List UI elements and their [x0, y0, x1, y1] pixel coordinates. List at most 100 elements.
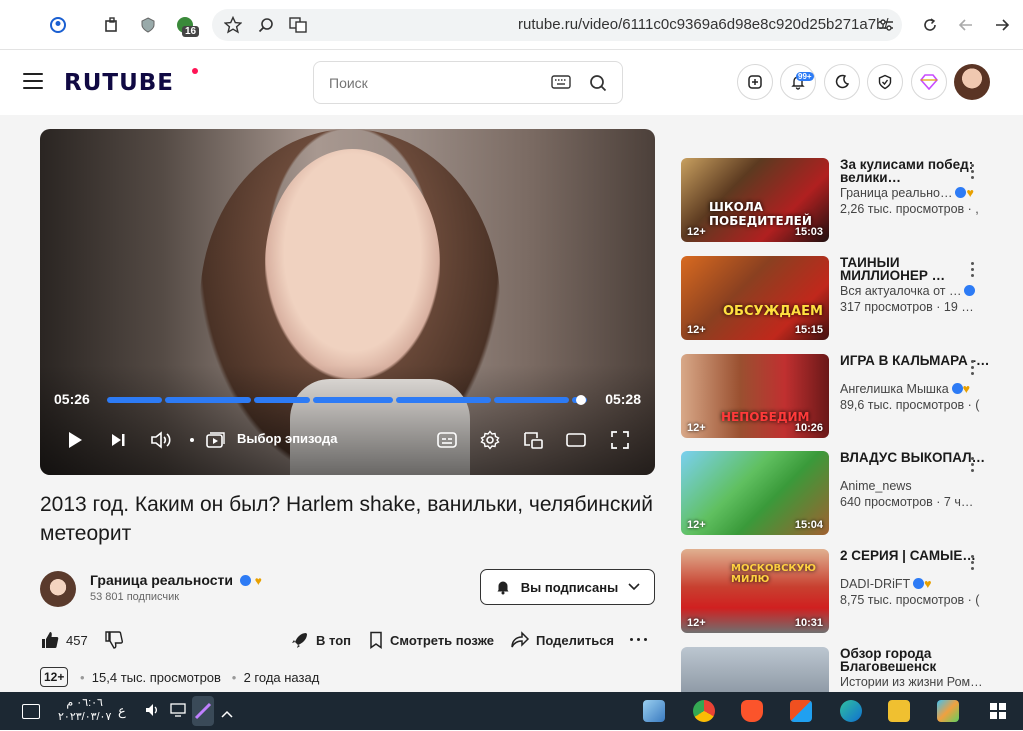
kebab-menu-icon[interactable]	[971, 360, 975, 378]
recommendation-card[interactable]: 12+ 15:04 ВЛАДУС ВЫКОПАЛ… Anime_news 640…	[681, 451, 1021, 535]
recommendation-thumbnail[interactable]	[681, 647, 829, 692]
site-settings-icon[interactable]	[876, 15, 896, 35]
safety-button[interactable]	[867, 64, 903, 100]
settings-gear-icon[interactable]	[479, 429, 501, 451]
input-language[interactable]: ع	[118, 703, 126, 719]
store-app-icon[interactable]	[790, 700, 812, 722]
more-options-button[interactable]	[630, 638, 647, 641]
chapter-segment[interactable]	[313, 397, 393, 403]
next-icon[interactable]	[107, 429, 129, 451]
theater-mode-icon[interactable]	[565, 429, 587, 451]
recommendation-card[interactable]: ШКОЛА ПОБЕДИТЕЛЕЙ 12+ 15:03 За кулисами …	[681, 158, 1021, 242]
search-icon[interactable]	[589, 74, 607, 97]
notepad-app-icon[interactable]	[643, 700, 665, 722]
dislike-button[interactable]	[104, 631, 124, 649]
recommendation-channel[interactable]: Anime_news	[840, 479, 990, 493]
recommendation-title[interactable]: ТАИНЫИ МИЛЛИОНЕР …	[840, 256, 990, 283]
url-text[interactable]: rutube.ru/video/6111c0c9369a6d98e8c920d2…	[518, 16, 889, 33]
recommendation-thumbnail[interactable]: ОБСУЖДАЕМ 12+ 15:15	[681, 256, 829, 340]
notifications-center-icon[interactable]	[22, 704, 40, 719]
share-button[interactable]: Поделиться	[510, 631, 614, 649]
channel-name[interactable]: Граница реально…	[840, 186, 952, 200]
recommendation-card[interactable]: НЕПОБЕДИМ 12+ 10:26 ИГРА В КАЛЬМАРА -… А…	[681, 354, 1021, 438]
channel-avatar[interactable]	[40, 571, 76, 607]
network-tray-icon[interactable]	[170, 703, 188, 722]
notifications-button[interactable]	[780, 64, 816, 100]
taskbar-clock[interactable]: ٠٦:٠٦ م ٢٠٢٣/٠٣/٠٧	[58, 696, 111, 724]
recommendation-thumbnail[interactable]: МОСКОВСКУЮ МИЛЮ 12+ 10:31	[681, 549, 829, 633]
recommendation-title[interactable]: ИГРА В КАЛЬМАРА -…	[840, 354, 990, 368]
scrubber-handle[interactable]	[576, 395, 586, 405]
recommendation-channel[interactable]: Граница реально… ♥	[840, 186, 990, 200]
chapter-segment[interactable]	[107, 397, 162, 403]
recommendation-channel[interactable]: Вся актуалочка от …	[840, 284, 990, 298]
upload-button[interactable]	[737, 64, 773, 100]
play-icon[interactable]	[64, 429, 86, 451]
reload-icon[interactable]	[920, 15, 940, 35]
subtitles-icon[interactable]	[436, 429, 458, 451]
menu-icon[interactable]	[23, 73, 43, 91]
search-input[interactable]	[329, 74, 549, 91]
recommendation-channel[interactable]: Истории из жизни Ром…	[840, 675, 990, 689]
kebab-menu-icon[interactable]	[971, 262, 975, 280]
episodes-icon[interactable]	[205, 429, 227, 451]
recommendation-title[interactable]: За кулисами побед: велики…	[840, 158, 990, 185]
forward-arrow-icon[interactable]	[992, 15, 1012, 35]
user-avatar[interactable]	[954, 64, 990, 100]
brave-app-icon[interactable]	[741, 700, 763, 722]
recommendation-channel[interactable]: DADI-DRiFT ♥	[840, 577, 990, 591]
channel-name[interactable]: Граница реальности	[90, 572, 233, 588]
kebab-menu-icon[interactable]	[971, 164, 975, 182]
kebab-menu-icon[interactable]	[971, 555, 975, 573]
recommendation-thumbnail[interactable]: 12+ 15:04	[681, 451, 829, 535]
chapter-segment[interactable]	[165, 397, 251, 403]
volume-tray-icon[interactable]	[145, 703, 161, 722]
edge-app-icon[interactable]	[840, 700, 862, 722]
recommendation-channel[interactable]: Ангелишка Мышка ♥	[840, 382, 990, 396]
subscribe-button[interactable]: Вы подписаны	[480, 569, 655, 605]
picture-in-picture-icon[interactable]	[522, 429, 544, 451]
video-player[interactable]: 05:26 05:28 Выбор эпизода	[40, 129, 655, 475]
windows-start-icon[interactable]	[990, 703, 1006, 724]
recommendation-thumbnail[interactable]: НЕПОБЕДИМ 12+ 10:26	[681, 354, 829, 438]
recommendation-title[interactable]: ВЛАДУС ВЫКОПАЛ…	[840, 451, 990, 465]
search-box[interactable]	[313, 61, 623, 104]
extensions-icon[interactable]	[102, 15, 122, 35]
fullscreen-icon[interactable]	[609, 429, 631, 451]
chapter-segment[interactable]	[396, 397, 491, 403]
profile-icon[interactable]	[48, 15, 68, 35]
app-icon[interactable]	[937, 700, 959, 722]
chrome-app-icon[interactable]	[693, 700, 715, 722]
progress-bar[interactable]	[107, 395, 587, 405]
theme-toggle-button[interactable]	[824, 64, 860, 100]
zoom-icon[interactable]	[256, 15, 276, 35]
recommendation-card[interactable]: МОСКОВСКУЮ МИЛЮ 12+ 10:31 2 СЕРИЯ | САМЫ…	[681, 549, 1021, 633]
recommendation-card[interactable]: Обзор города Благовешенск Истории из жиз…	[681, 647, 1021, 692]
channel-name[interactable]: Ангелишка Мышка	[840, 382, 949, 396]
recommendation-thumbnail[interactable]: ШКОЛА ПОБЕДИТЕЛЕЙ 12+ 15:03	[681, 158, 829, 242]
channel-name[interactable]: DADI-DRiFT	[840, 577, 910, 591]
rutube-logo[interactable]: RUTUBE	[64, 70, 174, 96]
watch-later-button[interactable]: Смотреть позже	[368, 631, 494, 649]
shield-extension-icon[interactable]	[138, 15, 158, 35]
top-button[interactable]: В топ	[290, 631, 351, 649]
chevron-up-icon[interactable]	[221, 705, 233, 723]
recommendation-card[interactable]: ОБСУЖДАЕМ 12+ 15:15 ТАИНЫИ МИЛЛИОНЕР … В…	[681, 256, 1021, 340]
episode-selector[interactable]: Выбор эпизода	[237, 431, 337, 446]
recommendation-title[interactable]: Обзор города Благовешенск	[840, 647, 990, 673]
chapter-segment[interactable]	[494, 397, 569, 403]
translate-icon[interactable]	[288, 15, 308, 35]
channel-name[interactable]: Вся актуалочка от …	[840, 284, 961, 298]
kebab-menu-icon[interactable]	[971, 457, 975, 475]
premium-button[interactable]	[911, 64, 947, 100]
keyboard-icon[interactable]	[551, 75, 571, 94]
bookmark-star-icon[interactable]	[223, 15, 243, 35]
back-arrow-icon[interactable]	[956, 15, 976, 35]
pen-app-icon[interactable]	[192, 696, 214, 726]
chapter-segment[interactable]	[254, 397, 310, 403]
file-explorer-icon[interactable]	[888, 700, 910, 722]
channel-name-row[interactable]: Граница реальности ♥	[90, 572, 262, 588]
like-button[interactable]: 457	[40, 631, 88, 649]
volume-icon[interactable]	[150, 429, 172, 451]
recommendation-title[interactable]: 2 СЕРИЯ | САМЫЕ…	[840, 549, 990, 563]
